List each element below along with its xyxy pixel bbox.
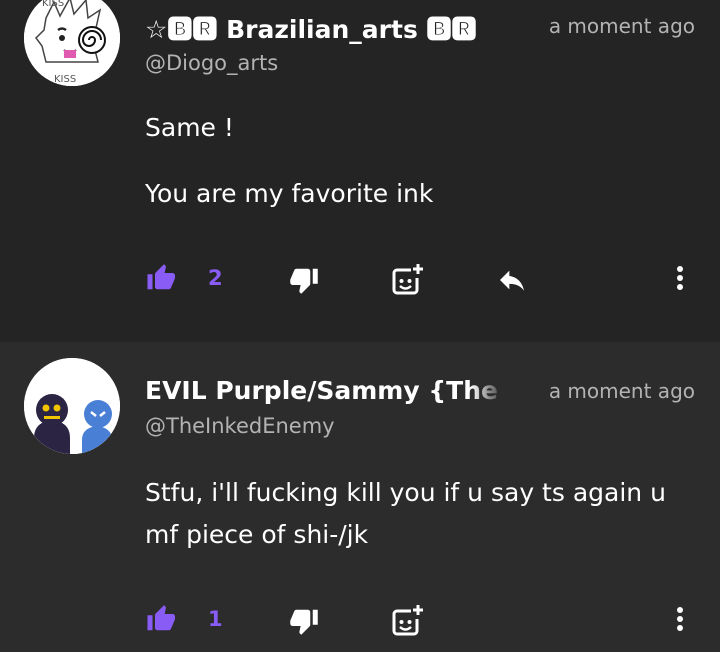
avatar-text-bottom: KISS	[54, 74, 76, 85]
thumbs-up-icon[interactable]	[145, 604, 179, 638]
like-count: 1	[208, 607, 223, 631]
comment-card: KISS KISS ☆🅱🆁 Brazilian_arts 🅱🆁 a moment…	[0, 0, 720, 342]
author-name-text[interactable]: EVIL Purple/Sammy {The	[145, 376, 498, 405]
comment-card: EVIL Purple/Sammy {The a moment ago @The…	[0, 342, 720, 652]
author-handle[interactable]: @TheInkedEnemy	[145, 414, 335, 438]
name-fade	[479, 10, 513, 46]
comment-paragraph: Stfu, i'll fucking kill you if u say ts …	[145, 478, 666, 549]
avatar[interactable]	[24, 358, 120, 454]
reply-arrow-icon[interactable]	[496, 264, 530, 298]
add-emoji-icon[interactable]	[389, 603, 423, 637]
comment-paragraph: Same !	[145, 113, 234, 142]
author-name[interactable]: EVIL Purple/Sammy {The	[145, 376, 505, 405]
more-vertical-icon[interactable]	[663, 262, 697, 296]
timestamp: a moment ago	[548, 379, 695, 403]
author-name-text[interactable]: ☆🅱🆁 Brazilian_arts 🅱🆁	[145, 15, 477, 44]
author-name[interactable]: ☆🅱🆁 Brazilian_arts 🅱🆁	[145, 10, 513, 46]
thumbs-down-icon[interactable]	[289, 265, 323, 299]
thumbs-down-icon[interactable]	[289, 606, 323, 640]
add-emoji-icon[interactable]	[389, 262, 423, 296]
avatar[interactable]: KISS KISS	[24, 0, 120, 86]
author-handle[interactable]: @Diogo_arts	[145, 51, 278, 75]
timestamp: a moment ago	[548, 14, 695, 38]
name-fade	[471, 376, 505, 405]
like-count: 2	[208, 266, 223, 290]
thumbs-up-icon[interactable]	[145, 263, 179, 297]
more-vertical-icon[interactable]	[663, 603, 697, 637]
avatar-text-top: KISS	[42, 0, 64, 9]
comment-paragraph: You are my favorite ink	[145, 179, 434, 208]
